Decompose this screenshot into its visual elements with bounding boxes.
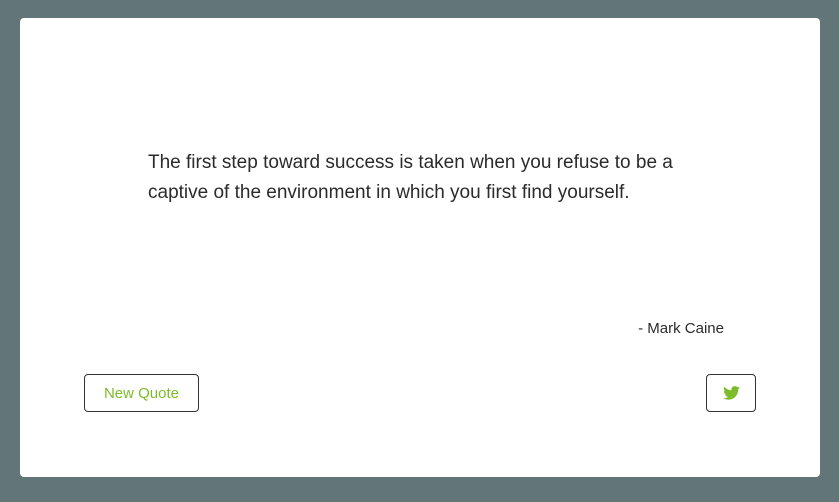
- new-quote-button[interactable]: New Quote: [84, 374, 199, 412]
- quote-author: - Mark Caine: [638, 320, 724, 337]
- quote-card: The first step toward success is taken w…: [20, 18, 820, 477]
- tweet-button[interactable]: [706, 374, 756, 412]
- quote-text: The first step toward success is taken w…: [148, 152, 673, 203]
- twitter-icon: [722, 386, 740, 400]
